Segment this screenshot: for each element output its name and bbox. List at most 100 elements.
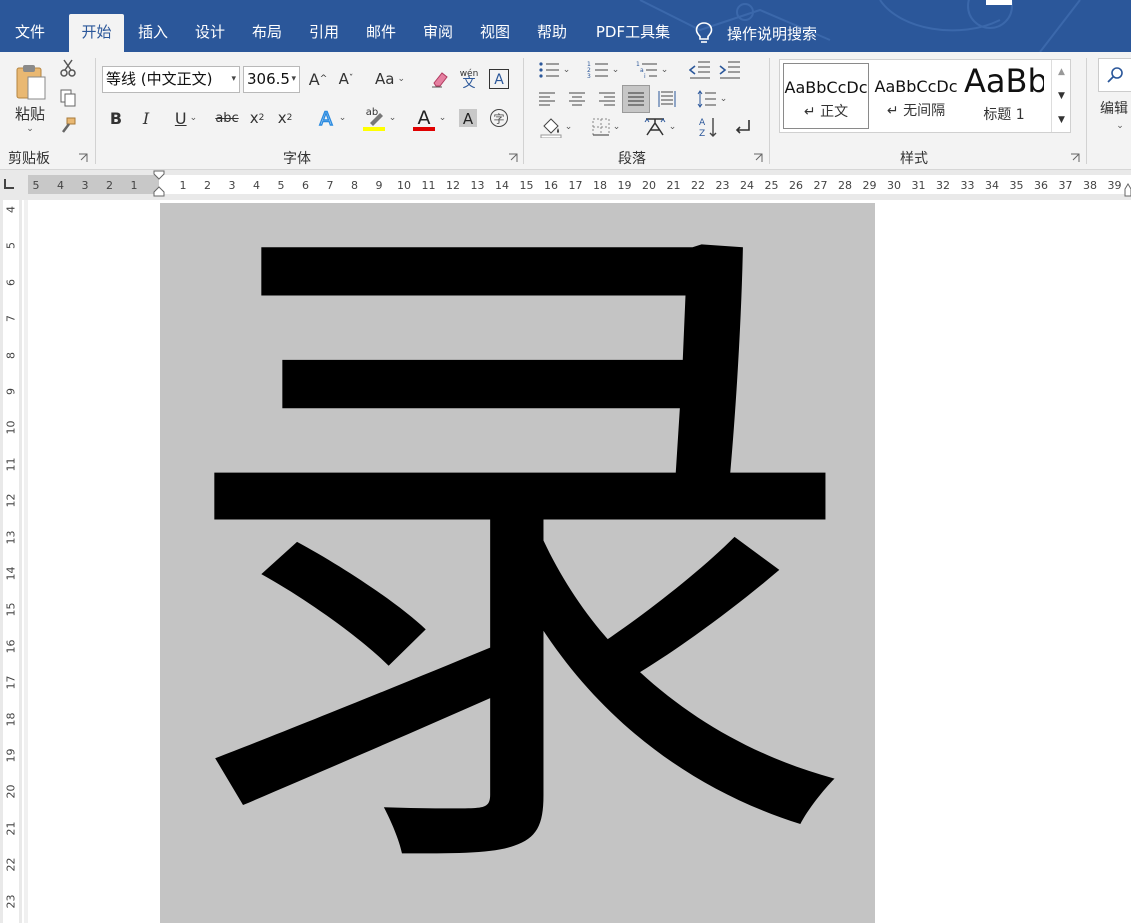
font-color-icon: A — [412, 107, 435, 131]
style-no-spacing[interactable]: AaBbCcDc ↵ 无间隔 — [872, 63, 960, 129]
multilevel-list-icon: 1 a i — [636, 61, 657, 79]
italic-button[interactable]: I — [136, 106, 156, 130]
style-heading-1[interactable]: AaBb 标题 1 — [964, 63, 1044, 129]
format-painter-button[interactable] — [58, 116, 78, 136]
font-size-combo[interactable]: 306.5 ▾ — [243, 66, 300, 93]
ruler-number: 2 — [106, 179, 113, 192]
character-shading-button[interactable]: A — [456, 106, 480, 130]
bullets-button[interactable]: ⌄ — [534, 58, 574, 82]
tab-view[interactable]: 视图 — [474, 14, 516, 52]
decrease-indent-button[interactable] — [688, 58, 712, 82]
ruler-number: 16 — [544, 179, 558, 192]
tab-layout[interactable]: 布局 — [246, 14, 288, 52]
indent-marker-icon[interactable] — [153, 170, 165, 200]
font-size-value: 306.5 — [247, 70, 290, 88]
find-button[interactable] — [1098, 58, 1131, 92]
highlighted-character-box[interactable]: 录 — [160, 203, 875, 923]
clear-formatting-button[interactable] — [428, 67, 452, 91]
change-case-button[interactable]: Aa ⌄ — [370, 67, 410, 91]
chinese-layout-button[interactable]: ⌄ — [640, 114, 680, 140]
borders-button[interactable]: ⌄ — [586, 114, 626, 140]
dialog-launcher-icon[interactable] — [508, 153, 518, 163]
copy-icon — [60, 89, 76, 107]
character-border-button[interactable]: A — [487, 67, 511, 91]
bold-button[interactable]: B — [106, 106, 126, 130]
tab-mailings[interactable]: 邮件 — [360, 14, 402, 52]
copy-button[interactable] — [58, 88, 78, 108]
dialog-launcher-icon[interactable] — [1070, 153, 1080, 163]
ruler-strip — [3, 200, 19, 923]
align-left-icon — [539, 92, 555, 106]
ruler-number: 19 — [4, 748, 18, 763]
tab-selector-icon[interactable] — [4, 179, 14, 189]
align-center-button[interactable] — [566, 87, 588, 111]
ruler-number: 39 — [1107, 179, 1122, 192]
highlight-color-swatch — [362, 127, 385, 131]
document-character[interactable]: 录 — [160, 203, 875, 915]
ruler-number: 28 — [838, 179, 852, 192]
tab-home[interactable]: 开始 — [69, 14, 124, 52]
line-spacing-button[interactable]: ⌄ — [692, 87, 732, 111]
multilevel-list-button[interactable]: 1 a i ⌄ — [632, 58, 672, 82]
gallery-scroll-up[interactable]: ▲ — [1051, 60, 1071, 84]
distributed-button[interactable] — [656, 87, 678, 111]
shrink-font-button[interactable]: Aˇ — [334, 67, 358, 91]
tab-references[interactable]: 引用 — [303, 14, 345, 52]
align-right-button[interactable] — [596, 87, 618, 111]
group-separator — [523, 58, 524, 164]
tab-help[interactable]: 帮助 — [531, 14, 573, 52]
horizontal-ruler[interactable]: 5 4 3 2 1 1 2 3 4 5 6 7 8 9 10 11 12 13 14 15 16 17 18 19 20 21 22… — [0, 170, 1131, 200]
ruler-number: 5 — [4, 242, 18, 250]
tell-me-search[interactable]: 操作说明搜索 — [695, 14, 817, 52]
ruler-number: 37 — [1058, 179, 1073, 192]
font-color-button[interactable]: A ⌄ — [408, 104, 450, 132]
ruler-number: 9 — [4, 388, 18, 395]
gallery-scroll-down[interactable]: ▼ — [1051, 84, 1071, 108]
numbering-button[interactable]: 1 2 3 ⌄ — [583, 58, 623, 82]
enclose-characters-button[interactable]: 字 — [487, 106, 511, 130]
editing-label[interactable]: 编辑 — [1100, 98, 1131, 118]
shading-button[interactable]: ⌄ — [536, 114, 576, 140]
format-painter-icon — [62, 117, 76, 133]
numbered-list-icon: 1 2 3 — [587, 61, 608, 79]
distributed-icon — [658, 91, 676, 107]
dialog-launcher-icon[interactable] — [78, 153, 88, 163]
increase-indent-button[interactable] — [718, 58, 742, 82]
align-center-icon — [569, 92, 585, 106]
chevron-down-icon: ⌄ — [660, 65, 669, 75]
paste-icon — [16, 64, 46, 99]
ruler-number: 35 — [1009, 179, 1024, 192]
style-no-spacing-sample: AaBbCcDc — [874, 77, 958, 96]
phonetic-guide-button[interactable]: wén 文 — [456, 65, 482, 93]
text-effects-button[interactable]: A ⌄ — [312, 106, 350, 130]
paste-button[interactable]: 粘贴 ⌄ — [8, 58, 52, 138]
tab-file[interactable]: 文件 — [8, 14, 52, 52]
highlight-button[interactable]: ab ⌄ — [358, 104, 400, 132]
font-name-combo[interactable]: 等线 (中文正文) ▾ — [102, 66, 240, 93]
style-normal[interactable]: AaBbCcDc ↵ 正文 — [783, 63, 869, 129]
subscript-button[interactable]: x2 — [246, 106, 268, 130]
tab-pdf-tools[interactable]: PDF工具集 — [588, 14, 678, 52]
align-left-button[interactable] — [536, 87, 558, 111]
vertical-ruler[interactable]: 4 5 6 7 8 9 10 11 12 13 14 15 16 17 18 19 20 21 22 23 — [0, 200, 22, 923]
underline-button[interactable]: U ⌄ — [165, 106, 207, 130]
gallery-more[interactable]: ▼ — [1051, 108, 1071, 132]
tab-design[interactable]: 设计 — [189, 14, 231, 52]
superscript-button[interactable]: x2 — [274, 106, 296, 130]
tab-review[interactable]: 审阅 — [417, 14, 459, 52]
ruler-number: 1 — [130, 179, 138, 192]
chevron-down-icon: ⌄ — [26, 123, 34, 134]
svg-text:Z: Z — [699, 129, 705, 138]
right-indent-marker-icon[interactable] — [1124, 183, 1131, 197]
grow-font-button[interactable]: A ^ — [306, 67, 330, 91]
tab-insert[interactable]: 插入 — [132, 14, 174, 52]
ruler-number: 1 — [179, 179, 187, 192]
strikethrough-button[interactable]: abc — [214, 106, 240, 130]
sort-button[interactable]: A Z — [696, 114, 720, 140]
show-marks-button[interactable] — [730, 114, 754, 140]
justify-button[interactable] — [622, 85, 650, 113]
cut-button[interactable] — [58, 58, 78, 78]
dialog-launcher-icon[interactable] — [753, 153, 763, 163]
ruler-number: 4 — [253, 179, 260, 192]
ruler-number: 16 — [4, 639, 18, 654]
